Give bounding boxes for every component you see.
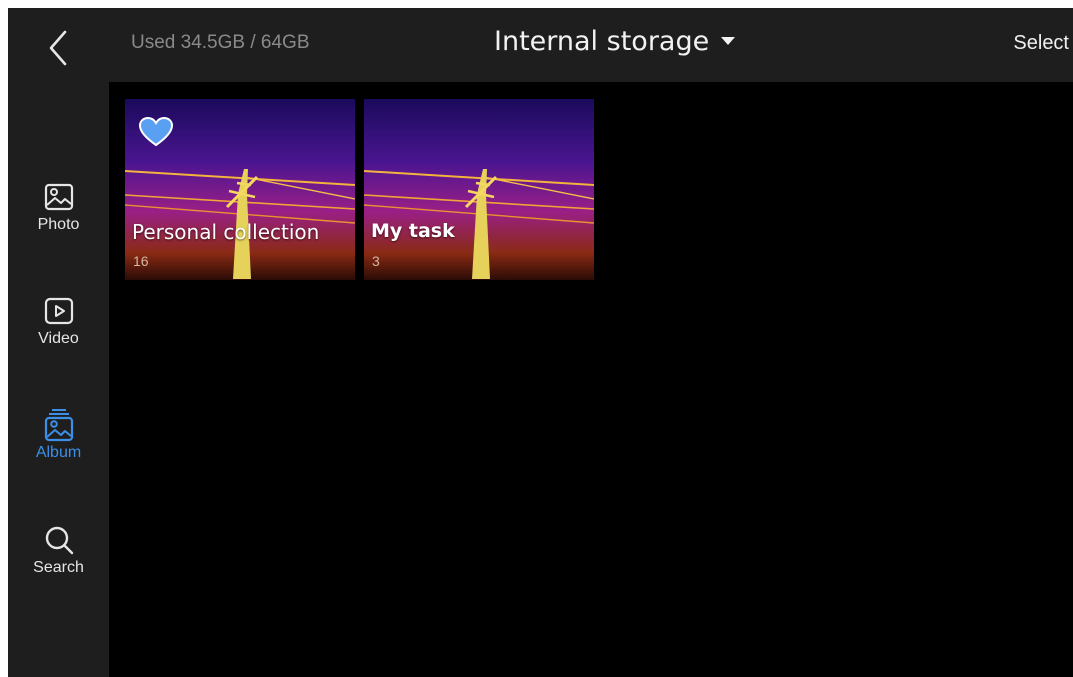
nav-item-label: Video [38,330,79,347]
nav-item-search[interactable]: Search [8,523,109,577]
nav-item-photo[interactable]: Photo [8,180,109,234]
video-icon [42,294,76,328]
storage-usage-text: Used 34.5GB / 64GB [131,32,310,53]
select-button[interactable]: Select [1013,32,1069,55]
favorite-heart-icon [139,117,173,147]
storage-selector[interactable]: Internal storage [494,26,736,57]
nav-item-label: Search [33,559,84,576]
album-name: My task [371,220,455,242]
nav-item-label: Photo [37,216,80,233]
photo-icon [42,180,76,214]
nav-item-label: Album [35,444,82,461]
album-count: 16 [133,253,149,269]
album-count: 3 [372,253,380,269]
back-button[interactable] [38,28,78,68]
caret-down-icon [721,37,736,46]
album-icon [42,408,76,442]
nav-item-video[interactable]: Video [8,294,109,348]
page-title: Internal storage [494,26,710,57]
nav-item-album[interactable]: Album [8,408,109,462]
album-tile-my-task[interactable]: My task 3 [364,99,594,280]
chevron-left-icon [49,30,67,66]
top-bar: Used 34.5GB / 64GB Internal storage Sele… [109,8,1073,82]
nav-rail: Photo Video Album Search [8,8,109,677]
album-name: Personal collection [132,220,320,244]
album-thumbnail [364,99,594,280]
gallery-screen: Photo Video Album Search Used 34.5GB / 6… [8,8,1073,677]
search-icon [42,523,76,557]
album-tile-personal-collection[interactable]: Personal collection 16 [125,99,355,280]
